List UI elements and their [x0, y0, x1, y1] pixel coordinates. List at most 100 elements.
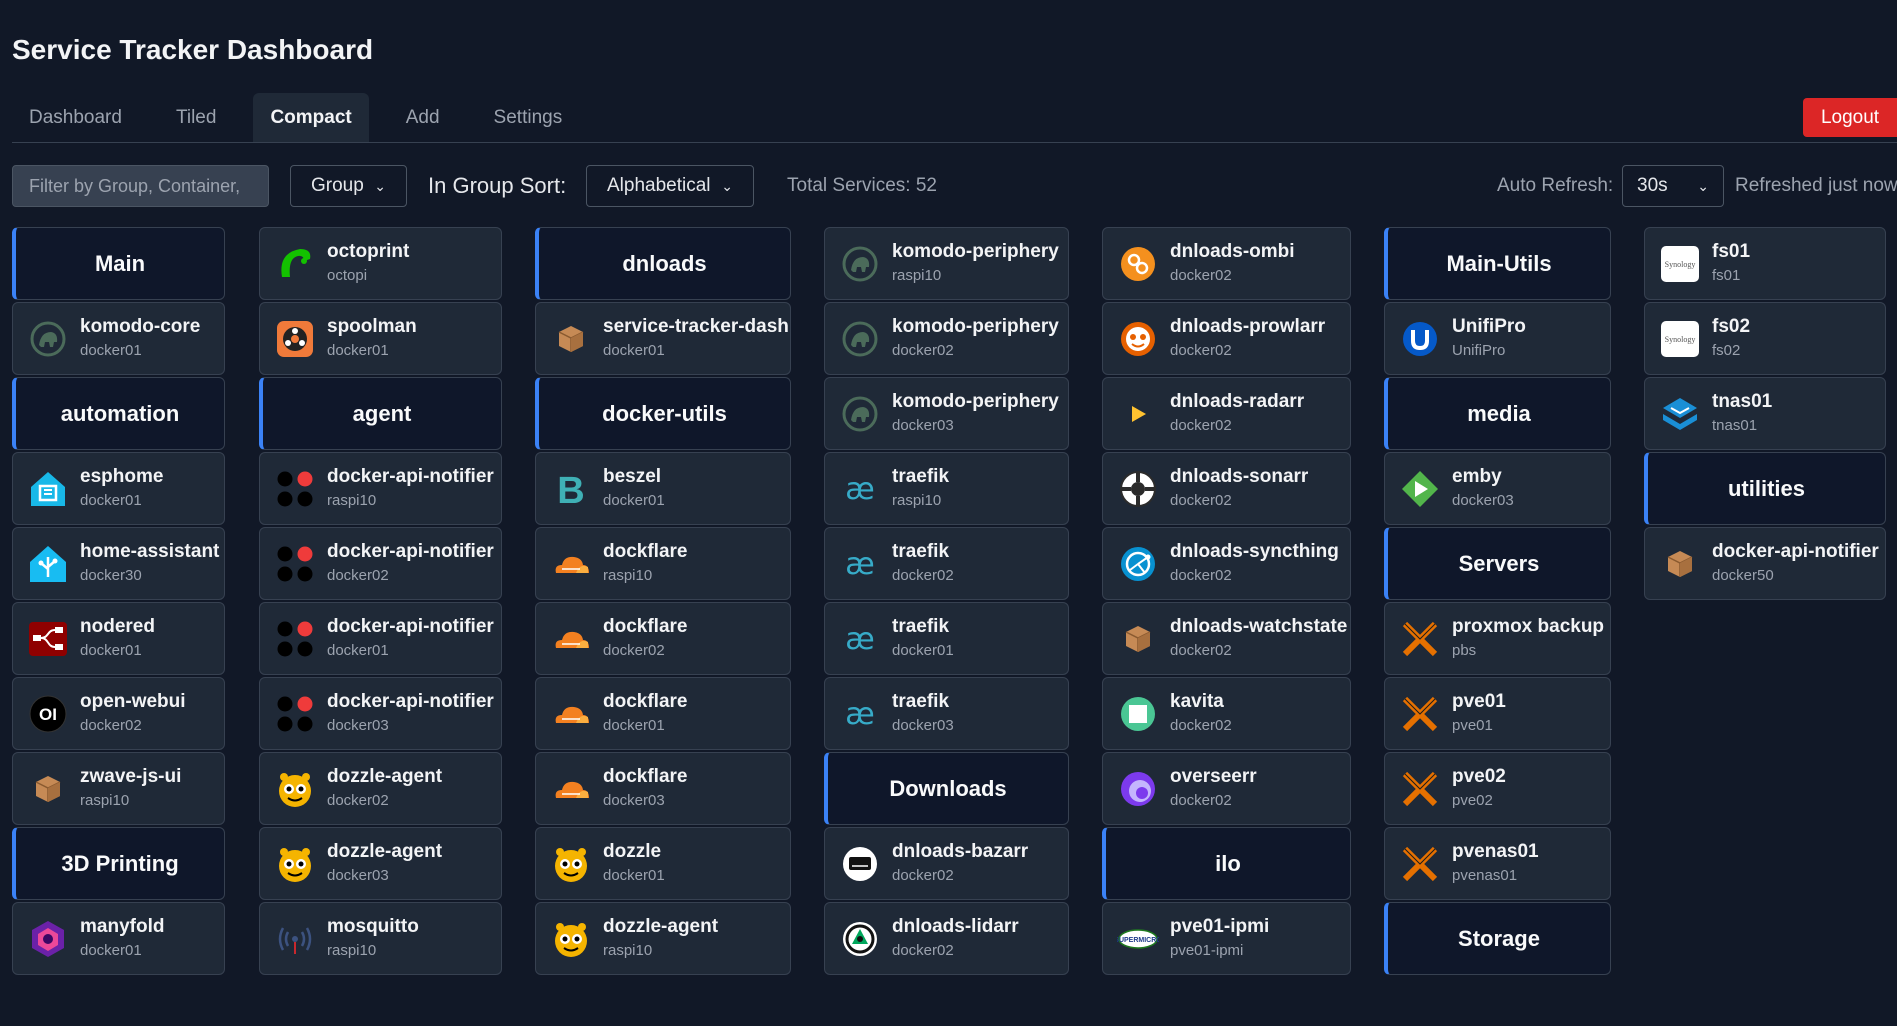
service-card[interactable]: æ traefik docker02 — [824, 527, 1069, 600]
service-card[interactable]: nodered docker01 — [12, 602, 225, 675]
group-header-main-utils: Main-Utils — [1384, 227, 1611, 300]
service-card[interactable]: docker-api-notifier docker01 — [259, 602, 502, 675]
service-host: docker01 — [892, 641, 954, 659]
service-name: open-webui — [80, 690, 186, 712]
service-card[interactable]: dockflare docker01 — [535, 677, 791, 750]
service-card[interactable]: komodo-periphery docker03 — [824, 377, 1069, 450]
service-name: fs01 — [1712, 240, 1751, 262]
svg-text:SUPERMICRO: SUPERMICRO — [1117, 937, 1159, 944]
service-card[interactable]: kavita docker02 — [1102, 677, 1351, 750]
service-name: docker-api-notifier — [327, 690, 494, 712]
column-6: Main-Utils UnifiPro UnifiPro media emby docke… — [1384, 227, 1611, 977]
service-name: dnloads-bazarr — [892, 840, 1029, 862]
service-card[interactable]: spoolman docker01 — [259, 302, 502, 375]
service-card[interactable]: pvenas01 pvenas01 — [1384, 827, 1611, 900]
service-card[interactable]: Bbeszel docker01 — [535, 452, 791, 525]
service-card[interactable]: mosquitto raspi10 — [259, 902, 502, 975]
service-card[interactable]: docker-api-notifier docker02 — [259, 527, 502, 600]
radarr-icon — [1117, 393, 1159, 435]
service-host: docker01 — [80, 641, 142, 659]
svg-text:Synology: Synology — [1665, 335, 1696, 344]
filter-input[interactable]: Filter by Group, Container, — [12, 165, 269, 207]
service-name: dnloads-syncthing — [1170, 540, 1339, 562]
service-card[interactable]: dnloads-syncthing docker02 — [1102, 527, 1351, 600]
service-name: dozzle-agent — [327, 765, 443, 787]
service-name: manyfold — [80, 915, 165, 937]
service-card[interactable]: Synology fs02 fs02 — [1644, 302, 1886, 375]
service-card[interactable]: zwave-js-ui raspi10 — [12, 752, 225, 825]
service-host: docker02 — [1170, 491, 1232, 509]
service-card[interactable]: proxmox backup pbs — [1384, 602, 1611, 675]
mosquitto-icon — [274, 918, 316, 960]
service-card[interactable]: dockflare docker02 — [535, 602, 791, 675]
notifier-dots-icon — [274, 543, 316, 585]
tab-tiled[interactable]: Tiled — [159, 93, 233, 142]
tab-compact[interactable]: Compact — [253, 93, 369, 142]
service-card[interactable]: overseerr docker02 — [1102, 752, 1351, 825]
beszel-icon: B — [550, 468, 592, 510]
service-name: dnloads-lidarr — [892, 915, 1019, 937]
service-host: docker02 — [327, 791, 389, 809]
service-card[interactable]: dozzle-agent docker02 — [259, 752, 502, 825]
service-card[interactable]: æ traefik docker01 — [824, 602, 1069, 675]
service-card[interactable]: pve02 pve02 — [1384, 752, 1611, 825]
service-card[interactable]: komodo-core docker01 — [12, 302, 225, 375]
service-card[interactable]: manyfold docker01 — [12, 902, 225, 975]
service-host: docker02 — [1170, 416, 1232, 434]
service-card[interactable]: docker-api-notifier docker03 — [259, 677, 502, 750]
service-host: docker01 — [603, 866, 665, 884]
service-card[interactable]: æ traefik docker03 — [824, 677, 1069, 750]
service-card[interactable]: home-assistant docker30 — [12, 527, 225, 600]
service-card[interactable]: dnloads-prowlarr docker02 — [1102, 302, 1351, 375]
spoolman-icon — [274, 318, 316, 360]
service-card[interactable]: dnloads-radarr docker02 — [1102, 377, 1351, 450]
tab-add[interactable]: Add — [389, 93, 457, 142]
service-card[interactable]: tnas01 tnas01 — [1644, 377, 1886, 450]
service-card[interactable]: dnloads-ombi docker02 — [1102, 227, 1351, 300]
logout-button[interactable]: Logout — [1803, 98, 1897, 137]
service-card[interactable]: emby docker03 — [1384, 452, 1611, 525]
service-card[interactable]: SUPERMICRO pve01-ipmi pve01-ipmi — [1102, 902, 1351, 975]
dozzle-icon — [274, 843, 316, 885]
service-card[interactable]: OI open-webui docker02 — [12, 677, 225, 750]
service-host: docker03 — [603, 791, 665, 809]
notifier-dots-icon — [274, 468, 316, 510]
sort-select[interactable]: Alphabetical ⌄ — [586, 165, 754, 207]
service-card[interactable]: dozzle-agent docker03 — [259, 827, 502, 900]
tab-dashboard[interactable]: Dashboard — [12, 93, 139, 142]
box-icon — [27, 768, 69, 810]
service-name: dnloads-radarr — [1170, 390, 1305, 412]
service-host: docker01 — [603, 341, 665, 359]
tab-settings[interactable]: Settings — [477, 93, 580, 142]
service-card[interactable]: dockflare raspi10 — [535, 527, 791, 600]
service-card[interactable]: dozzle-agent raspi10 — [535, 902, 791, 975]
service-card[interactable]: komodo-periphery docker02 — [824, 302, 1069, 375]
service-card[interactable]: service-tracker-dash docker01 — [535, 302, 791, 375]
service-card[interactable]: dnloads-bazarr docker02 — [824, 827, 1069, 900]
service-card[interactable]: æ traefik raspi10 — [824, 452, 1069, 525]
service-name: dockflare — [603, 615, 688, 637]
service-card[interactable]: dnloads-sonarr docker02 — [1102, 452, 1351, 525]
group-by-select[interactable]: Group ⌄ — [290, 165, 407, 207]
service-card[interactable]: UnifiPro UnifiPro — [1384, 302, 1611, 375]
service-card[interactable]: dnloads-lidarr docker02 — [824, 902, 1069, 975]
traefik-icon: æ — [839, 543, 881, 585]
service-card[interactable]: dockflare docker03 — [535, 752, 791, 825]
service-name: dozzle-agent — [327, 840, 443, 862]
service-card[interactable]: pve01 pve01 — [1384, 677, 1611, 750]
service-card[interactable]: Synology fs01 fs01 — [1644, 227, 1886, 300]
service-card[interactable]: dnloads-watchstate docker02 — [1102, 602, 1351, 675]
service-card[interactable]: komodo-periphery raspi10 — [824, 227, 1069, 300]
service-card[interactable]: octoprint octopi — [259, 227, 502, 300]
main-nav: Dashboard Tiled Compact Add Settings — [12, 93, 1897, 143]
service-card[interactable]: docker-api-notifier docker50 — [1644, 527, 1886, 600]
auto-refresh-select[interactable]: 30s ⌄ — [1622, 165, 1724, 207]
service-card[interactable]: docker-api-notifier raspi10 — [259, 452, 502, 525]
box-icon — [1117, 618, 1159, 660]
service-host: fs02 — [1712, 341, 1741, 359]
service-card[interactable]: dozzle docker01 — [535, 827, 791, 900]
column-4: komodo-periphery raspi10 komodo-periphery d… — [824, 227, 1069, 977]
group-header-storage: Storage — [1384, 902, 1611, 975]
service-host: pvenas01 — [1452, 866, 1518, 884]
service-card[interactable]: esphome docker01 — [12, 452, 225, 525]
